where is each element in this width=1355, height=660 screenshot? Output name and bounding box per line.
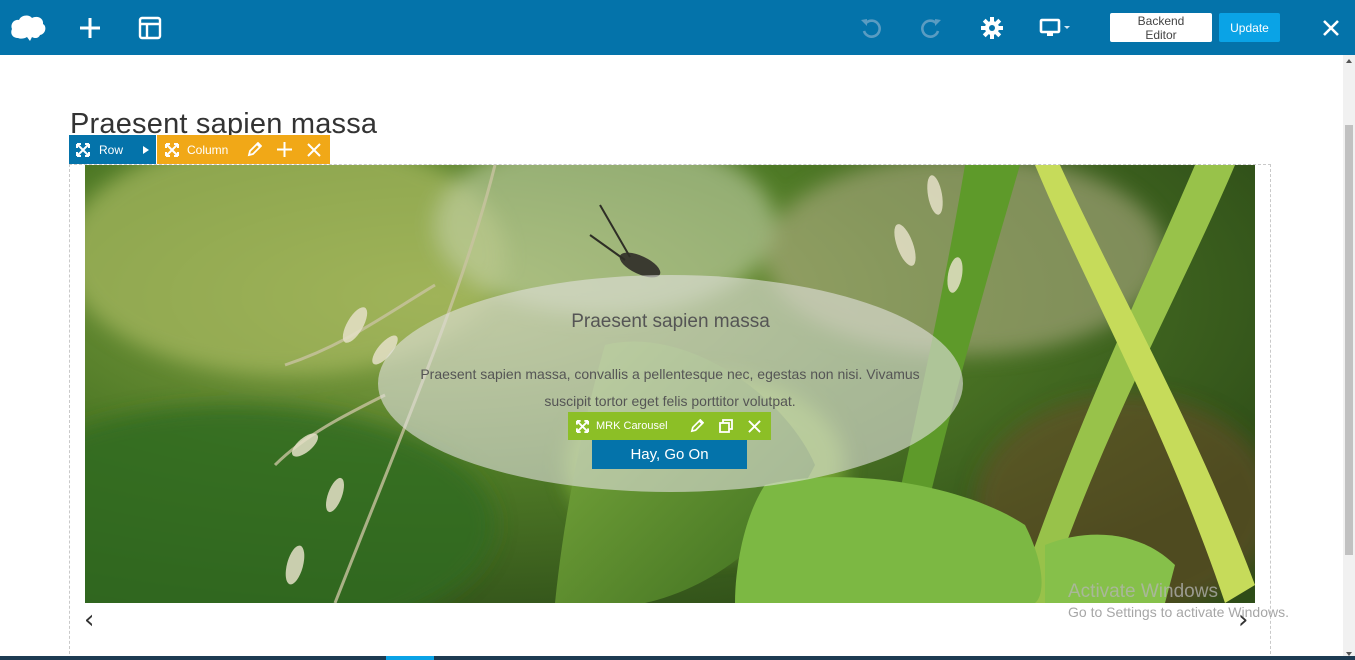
element-label[interactable]: MRK Carousel [596, 420, 682, 432]
scroll-up-icon[interactable] [1346, 59, 1352, 63]
activation-watermark-text: Go to Settings to activate Windows. [1068, 604, 1289, 620]
close-icon[interactable] [1318, 0, 1344, 55]
carousel-prev-arrow[interactable]: ‹ [84, 605, 94, 635]
element-controls: MRK Carousel [568, 412, 771, 440]
desktop-icon[interactable] [1037, 0, 1075, 55]
gear-icon[interactable] [978, 0, 1006, 55]
bottom-strip [0, 656, 1355, 660]
redo-icon[interactable] [918, 0, 944, 55]
column-controls: Column [157, 135, 330, 164]
cloud-icon[interactable] [8, 0, 48, 55]
editor-toolbar: Backend Editor Update [0, 0, 1355, 55]
close-icon[interactable] [299, 135, 329, 164]
move-row-icon[interactable] [69, 135, 97, 164]
pencil-icon[interactable] [239, 135, 269, 164]
caret-right-icon[interactable] [137, 135, 155, 164]
plus-icon[interactable] [269, 135, 299, 164]
slide-description: Praesent sapien massa, convallis a pelle… [420, 366, 920, 409]
close-icon[interactable] [740, 412, 769, 441]
page-scrollbar[interactable] [1343, 55, 1355, 660]
duplicate-icon[interactable] [711, 412, 740, 441]
backend-editor-button[interactable]: Backend Editor [1110, 13, 1212, 42]
column-label[interactable]: Column [187, 143, 239, 157]
activation-watermark-title: Activate Windows [1068, 581, 1218, 602]
page-canvas: Praesent sapien massa Row Column Praesen… [0, 55, 1343, 660]
slide-title: Praesent sapien massa [571, 311, 770, 332]
layout-template-icon[interactable] [136, 0, 164, 55]
plus-icon[interactable] [75, 0, 105, 55]
undo-icon[interactable] [858, 0, 884, 55]
row-controls: Row [69, 135, 156, 164]
bottom-strip-accent [386, 656, 434, 660]
carousel-slide: Praesent sapien massa Praesent sapien ma… [85, 165, 1255, 603]
update-button[interactable]: Update [1219, 13, 1280, 42]
row-label[interactable]: Row [97, 143, 137, 157]
pencil-icon[interactable] [682, 412, 711, 441]
move-column-icon[interactable] [157, 135, 187, 164]
move-element-icon[interactable] [568, 412, 596, 441]
scrollbar-thumb[interactable] [1345, 125, 1353, 555]
